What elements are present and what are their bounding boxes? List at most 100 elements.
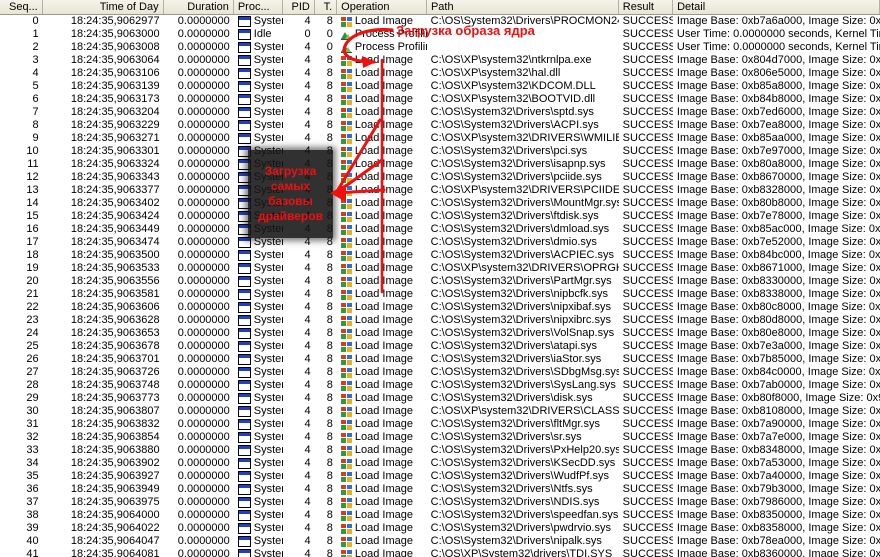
- table-row[interactable]: 25 18:24:35,9063678 0.0000000 System 4 8 Load …: [0, 340, 880, 353]
- table-row[interactable]: 22 18:24:35,9063606 0.0000000 System 4 8 Load …: [0, 301, 880, 314]
- cell-proc-label: System: [253, 327, 283, 339]
- table-row[interactable]: 11 18:24:35,9063324 0.0000000 System 4 8 Load …: [0, 158, 880, 171]
- table-row[interactable]: 32 18:24:35,9063854 0.0000000 System 4 8 Load …: [0, 431, 880, 444]
- table-row[interactable]: 7 18:24:35,9063204 0.0000000 System 4 8 Load I…: [0, 106, 880, 119]
- table-row[interactable]: 0 18:24:35,9062977 0.0000000 System 4 8 Load I…: [0, 15, 880, 28]
- cell-op: Process Profiling: [337, 41, 427, 54]
- table-row[interactable]: 41 18:24:35,9064081 0.0000000 System 4 8 Load …: [0, 548, 880, 557]
- cell-res: SUCCESS: [622, 236, 673, 248]
- table-row[interactable]: 8 18:24:35,9063229 0.0000000 System 4 8 Load I…: [0, 119, 880, 132]
- process-window-icon: [237, 393, 251, 404]
- table-row[interactable]: 26 18:24:35,9063701 0.0000000 System 4 8 Load …: [0, 353, 880, 366]
- table-row[interactable]: 24 18:24:35,9063653 0.0000000 System 4 8 Load …: [0, 327, 880, 340]
- table-row[interactable]: 3 18:24:35,9063064 0.0000000 System 4 8 Load I…: [0, 54, 880, 67]
- column-header-op[interactable]: Operation: [337, 0, 427, 14]
- cell-proc-label: System: [253, 392, 283, 404]
- table-row[interactable]: 9 18:24:35,9063271 0.0000000 System 4 8 Load I…: [0, 132, 880, 145]
- cell-path: C:\OS\System32\Drivers\PartMgr.sys: [430, 275, 612, 287]
- table-row[interactable]: 30 18:24:35,9063807 0.0000000 System 4 8 Load …: [0, 405, 880, 418]
- cell-res: SUCCESS: [622, 80, 673, 92]
- column-header-res[interactable]: Result: [618, 0, 674, 14]
- table-row[interactable]: 34 18:24:35,9063902 0.0000000 System 4 8 Load …: [0, 457, 880, 470]
- cell-op-label: Load Image: [354, 93, 413, 105]
- table-row[interactable]: 35 18:24:35,9063927 0.0000000 System 4 8 Load …: [0, 470, 880, 483]
- table-row[interactable]: 5 18:24:35,9063139 0.0000000 System 4 8 Load I…: [0, 80, 880, 93]
- cell-det: Image Base: 0xb79b3000, Image Size: 0x8d…: [676, 483, 880, 495]
- table-row[interactable]: 27 18:24:35,9063726 0.0000000 System 4 8 Load …: [0, 366, 880, 379]
- table-row[interactable]: 16 18:24:35,9063449 0.0000000 System 4 8 Load …: [0, 223, 880, 236]
- table-row[interactable]: 28 18:24:35,9063748 0.0000000 System 4 8 Load …: [0, 379, 880, 392]
- column-header-t[interactable]: T.: [314, 0, 338, 14]
- table-row[interactable]: 29 18:24:35,9063773 0.0000000 System 4 8 Load …: [0, 392, 880, 405]
- cell-det: Image Base: 0xb84c0000, Image Size: 0x40…: [676, 366, 880, 378]
- table-row[interactable]: 39 18:24:35,9064022 0.0000000 System 4 8 Load …: [0, 522, 880, 535]
- cell-op-label: Load Image: [354, 223, 413, 235]
- cell-proc-label: System: [253, 483, 283, 495]
- process-window-icon: [237, 328, 251, 339]
- cell-op: Load Image: [337, 353, 427, 366]
- table-row[interactable]: 19 18:24:35,9063533 0.0000000 System 4 8 Load …: [0, 262, 880, 275]
- table-row[interactable]: 23 18:24:35,9063628 0.0000000 System 4 8 Load …: [0, 314, 880, 327]
- cell-op-label: Load Image: [354, 80, 413, 92]
- table-row[interactable]: 12 18:24:35,9063343 0.0000000 System 4 8 Load …: [0, 171, 880, 184]
- cell-path: C:\OS\System32\Drivers\Ntfs.sys: [430, 483, 593, 495]
- table-row[interactable]: 37 18:24:35,9063975 0.0000000 System 4 8 Load …: [0, 496, 880, 509]
- cell-proc: System: [234, 548, 283, 557]
- load-image-icon: [340, 211, 352, 222]
- table-row[interactable]: 10 18:24:35,9063301 0.0000000 System 4 8 Load …: [0, 145, 880, 158]
- cell-proc-label: System: [253, 41, 283, 53]
- cell-op: Load Image: [337, 158, 427, 171]
- cell-det: Image Base: 0xb7ab0000, Image Size: 0xd5…: [676, 379, 880, 391]
- table-row[interactable]: 1 18:24:35,9063000 0.0000000 Idle 0 0 Process …: [0, 28, 880, 41]
- column-header-det[interactable]: Detail: [673, 0, 880, 14]
- event-list[interactable]: 0 18:24:35,9062977 0.0000000 System 4 8 Load I…: [0, 15, 880, 557]
- process-window-icon: [237, 367, 251, 378]
- cell-op: Load Image: [337, 288, 427, 301]
- table-row[interactable]: 13 18:24:35,9063377 0.0000000 System 4 8 Load …: [0, 184, 880, 197]
- table-row[interactable]: 20 18:24:35,9063556 0.0000000 System 4 8 Load …: [0, 275, 880, 288]
- cell-res: SUCCESS: [622, 275, 673, 287]
- process-window-icon: [237, 380, 251, 391]
- cell-proc: System: [234, 522, 283, 535]
- table-row[interactable]: 2 18:24:35,9063008 0.0000000 System 4 0 Proces…: [0, 41, 880, 54]
- cell-proc-label: System: [253, 314, 283, 326]
- cell-res: SUCCESS: [622, 301, 673, 313]
- table-row[interactable]: 17 18:24:35,9063474 0.0000000 System 4 8 Load …: [0, 236, 880, 249]
- cell-det: Image Base: 0xb7e78000, Image Size: 0x1f…: [676, 210, 880, 222]
- table-row[interactable]: 40 18:24:35,9064047 0.0000000 System 4 8 Load …: [0, 535, 880, 548]
- cell-op-label: Process Profiling: [354, 28, 427, 40]
- cell-op: Load Image: [337, 210, 427, 223]
- cell-tod: 18:24:35,9063533: [70, 262, 160, 274]
- table-row[interactable]: 15 18:24:35,9063424 0.0000000 System 4 8 Load …: [0, 210, 880, 223]
- column-header-seq[interactable]: Seq...: [0, 0, 43, 14]
- cell-proc: System: [234, 301, 283, 314]
- load-image-icon: [340, 354, 352, 365]
- column-header-dur[interactable]: Duration: [163, 0, 234, 14]
- cell-op-label: Load Image: [354, 106, 413, 118]
- table-row[interactable]: 31 18:24:35,9063832 0.0000000 System 4 8 Load …: [0, 418, 880, 431]
- column-header-row[interactable]: Seq... Time of Day Duration Proc... PID T. Ope…: [0, 0, 880, 15]
- column-header-proc[interactable]: Proc...: [233, 0, 283, 14]
- cell-path: C:\OS\System32\Drivers\KSecDD.sys: [430, 457, 616, 469]
- table-row[interactable]: 6 18:24:35,9063173 0.0000000 System 4 8 Load I…: [0, 93, 880, 106]
- cell-proc: System: [234, 275, 283, 288]
- cell-tod: 18:24:35,9063701: [70, 353, 160, 365]
- cell-proc-label: System: [253, 366, 283, 378]
- table-row[interactable]: 21 18:24:35,9063581 0.0000000 System 4 8 Load …: [0, 288, 880, 301]
- table-row[interactable]: 33 18:24:35,9063880 0.0000000 System 4 8 Load …: [0, 444, 880, 457]
- table-row[interactable]: 36 18:24:35,9063949 0.0000000 System 4 8 Load …: [0, 483, 880, 496]
- process-window-icon: [237, 458, 251, 469]
- process-window-icon: [237, 406, 251, 417]
- cell-seq: 6: [32, 93, 39, 105]
- table-row[interactable]: 38 18:24:35,9064000 0.0000000 System 4 8 Load …: [0, 509, 880, 522]
- table-row[interactable]: 14 18:24:35,9063402 0.0000000 System 4 8 Load …: [0, 197, 880, 210]
- load-image-icon: [340, 302, 352, 313]
- table-row[interactable]: 4 18:24:35,9063106 0.0000000 System 4 8 Load I…: [0, 67, 880, 80]
- table-row[interactable]: 18 18:24:35,9063500 0.0000000 System 4 8 Load …: [0, 249, 880, 262]
- cell-seq: 37: [26, 496, 39, 508]
- column-header-pid[interactable]: PID: [282, 0, 315, 14]
- column-header-tod[interactable]: Time of Day: [42, 0, 164, 14]
- cell-res: SUCCESS: [622, 509, 673, 521]
- column-header-path[interactable]: Path: [426, 0, 619, 14]
- cell-proc-label: System: [253, 353, 283, 365]
